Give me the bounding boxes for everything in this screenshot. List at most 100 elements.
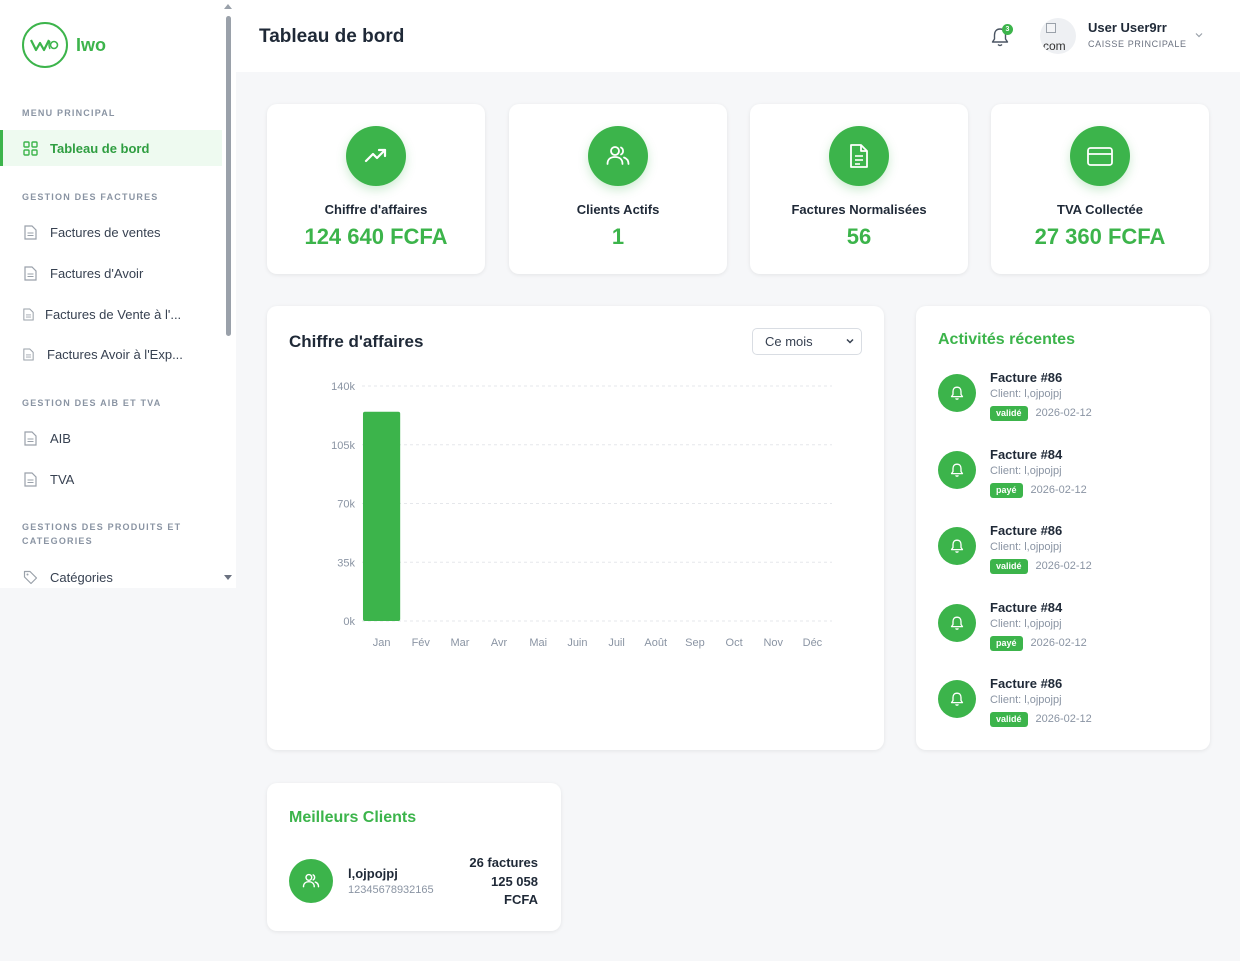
activity-client: Client: l,ojpojpj xyxy=(990,694,1062,706)
revenue-bar-chart: 0k 35k 70k 105k 140k Jan Fév Mar Avr Mai Juin Juil A… xyxy=(331,381,832,649)
bell-icon xyxy=(938,604,976,642)
stat-card-chiffre-affaires: Chiffre d'affaires 124 640 FCFA xyxy=(267,104,485,274)
status-badge: validé xyxy=(990,712,1028,727)
activity-date: 2026-02-12 xyxy=(1035,713,1092,725)
chart-bar[interactable] xyxy=(362,411,401,621)
page-title: Tableau de bord xyxy=(259,26,405,47)
stat-value: 1 xyxy=(611,224,625,249)
brand-logo[interactable]: Iwo xyxy=(22,22,106,68)
sidebar-item-label: Factures de Vente à l'... xyxy=(45,306,182,322)
section-gestion-factures: GESTION DES FACTURES xyxy=(22,192,159,202)
x-tick-label: Mai xyxy=(529,637,547,649)
x-tick-label: Sep xyxy=(685,637,705,649)
activity-title: Facture #86 xyxy=(990,523,1063,538)
activities-title: Activités récentes xyxy=(938,331,1075,348)
x-tick-label: Avr xyxy=(491,637,508,649)
users-icon xyxy=(289,859,333,903)
trending-up-icon xyxy=(346,126,406,186)
best-clients-title: Meilleurs Clients xyxy=(289,809,417,826)
x-tick-label: Nov xyxy=(763,637,783,649)
client-name[interactable]: l,ojpojpj xyxy=(348,866,398,881)
user-name[interactable]: User User9rr xyxy=(1088,20,1167,35)
avatar-alt-text: com xyxy=(1043,39,1066,53)
activity-item[interactable]: Facture #84 Client: l,ojpojpj payé 2026-02-… xyxy=(938,447,1198,507)
activity-title: Facture #86 xyxy=(990,370,1063,385)
sidebar-item-label: AIB xyxy=(50,430,71,446)
sidebar-item-factures-avoir[interactable]: Factures d'Avoir xyxy=(0,255,222,291)
user-avatar[interactable]: com xyxy=(1040,18,1076,54)
activity-date: 2026-02-12 xyxy=(1030,637,1087,649)
notifications-button[interactable]: 3 xyxy=(990,24,1013,48)
client-id: 12345678932165 xyxy=(348,884,434,896)
sidebar-item-label: TVA xyxy=(50,471,75,487)
scroll-thumb[interactable] xyxy=(226,16,231,336)
x-tick-label: Jan xyxy=(373,637,391,649)
stat-label: Clients Actifs xyxy=(576,202,660,217)
notification-count-badge: 3 xyxy=(1002,24,1013,35)
top-header: Tableau de bord 3 com User User9rr CAISS… xyxy=(236,0,1240,72)
sidebar-item-label: Factures de ventes xyxy=(50,224,161,240)
chevron-down-icon xyxy=(846,338,854,344)
stat-value: 56 xyxy=(846,224,872,249)
activity-date: 2026-02-12 xyxy=(1035,407,1092,419)
period-select-value: Ce mois xyxy=(765,334,813,349)
stat-card-clients-actifs: Clients Actifs 1 xyxy=(509,104,727,274)
activity-item[interactable]: Facture #84 Client: l,ojpojpj payé 2026-02-… xyxy=(938,600,1198,660)
activity-title: Facture #84 xyxy=(990,600,1063,615)
stat-card-factures-normalisees: Factures Normalisées 56 xyxy=(750,104,968,274)
y-tick-label: 35k xyxy=(337,557,355,569)
sidebar-scrollbar[interactable] xyxy=(224,4,232,584)
x-tick-label: Fév xyxy=(412,637,431,649)
x-tick-label: Déc xyxy=(803,637,823,649)
document-icon xyxy=(22,346,35,362)
stat-label: TVA Collectée xyxy=(1057,202,1143,217)
user-role: CAISSE PRINCIPALE xyxy=(1088,39,1187,49)
activity-title: Facture #86 xyxy=(990,676,1063,691)
x-tick-label: Août xyxy=(644,637,667,649)
sidebar-item-factures-vente-export[interactable]: Factures de Vente à l'... xyxy=(0,296,222,332)
activity-client: Client: l,ojpojpj xyxy=(990,618,1062,630)
client-invoice-count: 26 factures xyxy=(469,855,538,870)
sidebar-item-factures-ventes[interactable]: Factures de ventes xyxy=(0,214,222,250)
scroll-down-arrow-icon[interactable] xyxy=(224,575,232,580)
activity-item[interactable]: Facture #86 Client: l,ojpojpj validé 2026-0… xyxy=(938,370,1198,430)
activity-title: Facture #84 xyxy=(990,447,1063,462)
activity-client: Client: l,ojpojpj xyxy=(990,541,1062,553)
best-clients-card: Meilleurs Clients l,ojpojpj 123456789321… xyxy=(267,783,561,931)
activity-date: 2026-02-12 xyxy=(1030,484,1087,496)
sidebar-item-label: Factures Avoir à l'Exp... xyxy=(47,346,183,362)
credit-card-icon xyxy=(1070,126,1130,186)
sidebar-item-aib[interactable]: AIB xyxy=(0,420,222,456)
y-tick-label: 0k xyxy=(343,616,355,628)
activity-date: 2026-02-12 xyxy=(1035,560,1092,572)
activity-item[interactable]: Facture #86 Client: l,ojpojpj validé 2026-0… xyxy=(938,676,1198,736)
tag-icon xyxy=(22,569,38,585)
x-tick-label: Oct xyxy=(726,637,743,649)
stat-value: 124 640 FCFA xyxy=(304,224,448,249)
bell-icon xyxy=(938,680,976,718)
activity-item[interactable]: Facture #86 Client: l,ojpojpj validé 2026-0… xyxy=(938,523,1198,583)
x-tick-label: Juin xyxy=(567,637,587,649)
broken-image-icon xyxy=(1046,23,1056,33)
section-gestion-aib-tva: GESTION DES AIB ET TVA xyxy=(22,398,162,408)
sidebar-item-tva[interactable]: TVA xyxy=(0,461,222,497)
bell-icon xyxy=(938,374,976,412)
sidebar-item-tableau-de-bord[interactable]: Tableau de bord xyxy=(0,130,222,166)
bell-icon xyxy=(938,451,976,489)
brand-name: Iwo xyxy=(76,34,106,55)
section-menu-principal: MENU PRINCIPAL xyxy=(22,108,116,118)
period-select[interactable]: Ce mois xyxy=(752,328,862,355)
document-icon xyxy=(22,471,38,487)
chevron-down-icon[interactable] xyxy=(1194,30,1204,40)
client-amount: 125 058 FCFA xyxy=(491,874,538,907)
sidebar-item-categories[interactable]: Catégories xyxy=(0,559,222,588)
document-icon xyxy=(22,224,38,240)
scroll-up-arrow-icon[interactable] xyxy=(224,4,232,9)
y-tick-label: 140k xyxy=(331,381,355,393)
document-icon xyxy=(22,265,38,281)
sidebar-item-factures-avoir-export[interactable]: Factures Avoir à l'Exp... xyxy=(0,336,222,372)
recent-activities-card: Activités récentes Facture #86 Client: l,… xyxy=(916,306,1210,750)
sidebar: Iwo MENU PRINCIPAL Tableau de bord GESTI… xyxy=(0,0,236,588)
activity-client: Client: l,ojpojpj xyxy=(990,465,1062,477)
file-text-icon xyxy=(829,126,889,186)
